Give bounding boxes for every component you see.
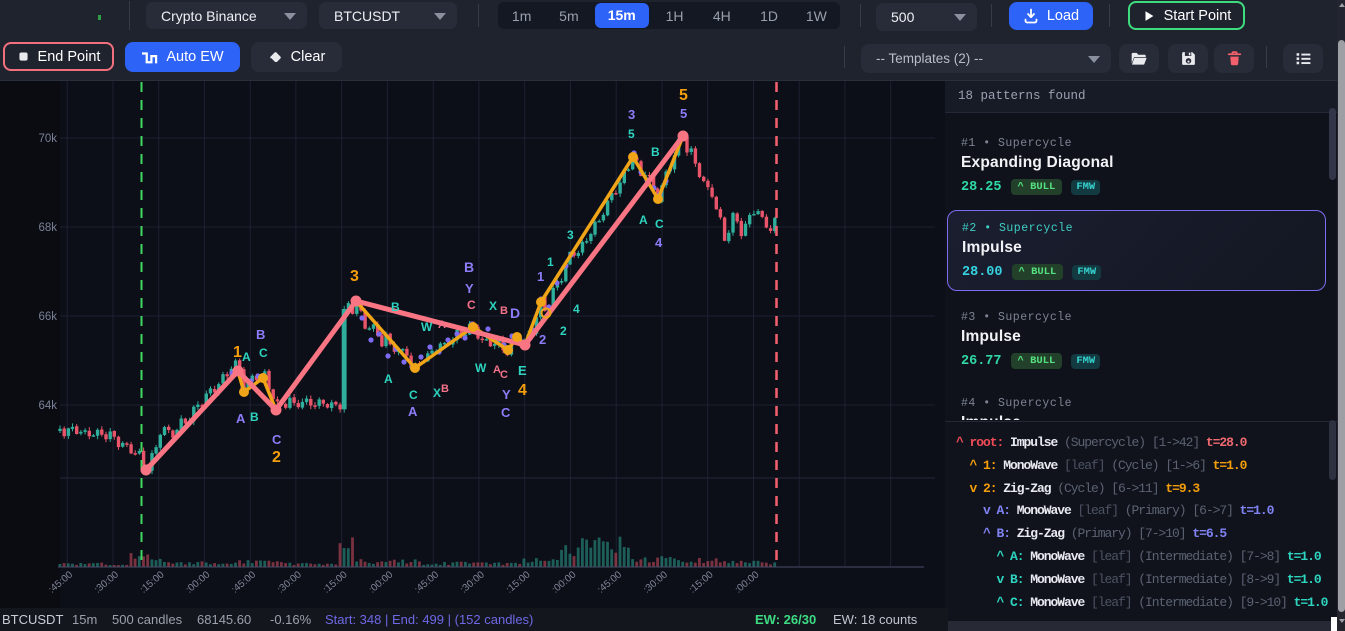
- svg-text:C: C: [409, 388, 418, 402]
- svg-text:A: A: [236, 411, 246, 426]
- svg-text:3: 3: [350, 268, 359, 285]
- svg-text:B: B: [500, 305, 508, 317]
- svg-text:4: 4: [573, 302, 580, 316]
- svg-text:Y: Y: [502, 387, 511, 402]
- svg-text:B: B: [391, 300, 400, 314]
- svg-text:2: 2: [560, 324, 567, 338]
- svg-text:B: B: [256, 327, 265, 342]
- svg-text:X: X: [489, 299, 497, 313]
- svg-text:4: 4: [655, 235, 663, 250]
- svg-text:1: 1: [233, 344, 242, 361]
- svg-text:2: 2: [539, 332, 546, 347]
- svg-text:D: D: [510, 305, 520, 321]
- svg-text:64k: 64k: [38, 400, 57, 412]
- svg-text:C: C: [655, 217, 664, 231]
- svg-text:W: W: [421, 320, 433, 334]
- svg-text:C: C: [259, 346, 268, 360]
- svg-text:C: C: [501, 405, 511, 420]
- svg-text:1: 1: [547, 255, 554, 269]
- svg-text:Y: Y: [465, 281, 474, 296]
- svg-text:2: 2: [272, 449, 281, 466]
- svg-text:E: E: [518, 363, 527, 378]
- svg-text:W: W: [475, 361, 487, 375]
- svg-text:B: B: [250, 410, 259, 424]
- svg-text:B: B: [441, 383, 449, 395]
- svg-text:5: 5: [679, 87, 688, 104]
- svg-text:A: A: [639, 213, 648, 227]
- svg-text:3: 3: [628, 107, 635, 122]
- svg-text:C: C: [467, 298, 476, 312]
- svg-text:A: A: [438, 319, 446, 331]
- svg-text:A: A: [384, 372, 393, 386]
- svg-text:B: B: [651, 145, 660, 159]
- svg-text:A: A: [242, 350, 251, 364]
- svg-text:C: C: [500, 369, 508, 381]
- svg-text:A: A: [408, 404, 418, 419]
- svg-text:B: B: [464, 259, 474, 275]
- svg-text:66k: 66k: [38, 311, 57, 323]
- svg-text:3: 3: [567, 228, 574, 242]
- svg-text:68k: 68k: [38, 222, 57, 234]
- svg-text:4: 4: [518, 382, 527, 399]
- svg-text:X: X: [433, 386, 441, 400]
- svg-text:C: C: [272, 432, 282, 447]
- svg-text:70k: 70k: [38, 133, 57, 145]
- svg-text:5: 5: [628, 127, 635, 141]
- svg-text:5: 5: [680, 106, 687, 121]
- svg-text:1: 1: [537, 269, 544, 284]
